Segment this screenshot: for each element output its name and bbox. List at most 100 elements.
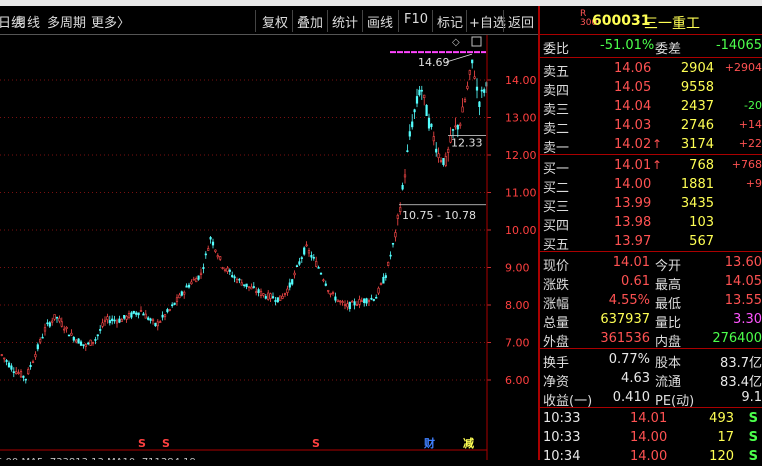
candle-body [51,320,54,323]
candle-body [259,290,263,296]
candle-body [360,300,363,303]
f10-button[interactable]: F10 [404,12,428,27]
candle-body [46,322,49,325]
range-label: 10.75 - 10.78 [402,209,476,222]
candle-body [156,321,159,327]
weibi-row: 委比 -51.01% 委差 -14065 [540,36,762,57]
candle-body [375,296,378,299]
candle-body [319,272,323,275]
candle-body [41,336,44,339]
candle-body [166,309,169,313]
tick-price: 14.01 [630,411,668,426]
add-watchlist-button[interactable]: +自选 [469,12,506,31]
candle-body [65,326,68,329]
candle-body [29,364,32,367]
panel-divider [540,348,762,349]
candle-body [353,301,356,306]
stock-code: 600031 [592,13,651,29]
overlay-button[interactable]: 叠加 [297,12,323,31]
candle-body [252,286,255,288]
diamond-icon: ◇ [452,37,460,48]
candle-body [286,288,289,293]
mark-button[interactable]: 标记 [437,12,463,31]
bids-price: 14.00 [614,177,652,192]
tab-multi-period[interactable]: 多周期 [47,12,86,31]
candle-body [403,174,407,178]
candle-body [478,101,481,107]
fundamental-row: 换手 0.77% 股本 83.7亿 [540,350,762,371]
stat-value: 361536 [600,331,650,346]
candle-body [447,148,450,153]
stock-title-bar: R 300 600031 三一重工 [540,6,762,35]
price-tick-label: 13.00 [505,112,537,125]
bids-row: 买二 14.00 1881 +9 [540,175,762,196]
weicha-label: 委差 [655,42,682,57]
asks-volume: 2746 [680,118,714,133]
weicha-value: -14065 [715,38,762,53]
candle-body [463,99,467,102]
candle-body [99,329,102,331]
candle-body [283,292,287,296]
candle-body [233,276,236,279]
candle-body [432,136,435,142]
toolbar-divider [503,10,504,32]
asks-price: 14.06 [614,61,652,76]
asks-change: +14 [738,118,762,131]
candle-body [243,284,246,286]
candle-body [94,339,97,341]
candle-body [96,334,99,337]
candle-body [250,286,253,290]
candle-body [39,339,42,343]
candle-body [468,70,471,75]
candle-body [139,310,143,312]
stat-value: 13.55 [724,293,762,308]
bids-row: 买五 13.97 567 [540,232,762,253]
kline-chart[interactable]: 14.00 13.00 12.00 11.00 10.00 9.00 8.00 7.00 6.0… [0,35,538,460]
candle-body [310,255,313,258]
price-tick-label: 10.00 [505,224,537,237]
stat-value: 276400 [712,331,762,346]
candle-body [298,261,301,265]
tick-volume: 493 [709,411,734,426]
candle-body [101,322,104,327]
candle-body [372,299,375,301]
candle-body [305,244,308,247]
tab-more[interactable]: 更多〉 [91,12,130,31]
candle-body [399,207,402,213]
candle-body [67,334,71,337]
fuquan-button[interactable]: 复权 [262,12,288,31]
candle-body [163,314,167,318]
candle-body [168,309,171,311]
tab-monthly[interactable]: 月线 [14,12,40,31]
candle-body [31,361,35,364]
asks-change: -20 [744,99,762,112]
candle-body [223,268,227,271]
candle-body [401,184,404,190]
draw-line-button[interactable]: 画线 [367,12,393,31]
candle-body [171,304,174,307]
candle-body [204,253,207,256]
asks-price: 14.05 [614,80,652,95]
quote-panel: R 300 600031 三一重工 委比 -51.01% 委差 -14065 卖五 14.0… [538,6,762,464]
candle-body [178,294,181,299]
candle-body [84,344,87,347]
candle-body [125,315,128,320]
candle-body [391,243,395,245]
candle-body [147,317,150,320]
stock-name: 三一重工 [644,16,700,32]
candle-body [255,291,258,293]
candle-body [79,341,83,346]
candle-body [262,293,265,296]
statistics-button[interactable]: 统计 [332,12,358,31]
candle-body [331,292,335,294]
candle-body [70,332,73,336]
candle-body [159,321,162,323]
candle-body [63,328,66,331]
stat-row: 外盘 361536 内盘 276400 [540,329,762,350]
bids-price: 13.97 [614,234,652,249]
candle-body [276,297,279,303]
candle-body [420,89,423,92]
back-button[interactable]: 返回 [508,12,534,31]
tick-price: 14.00 [630,430,668,445]
candle-body [279,295,282,301]
